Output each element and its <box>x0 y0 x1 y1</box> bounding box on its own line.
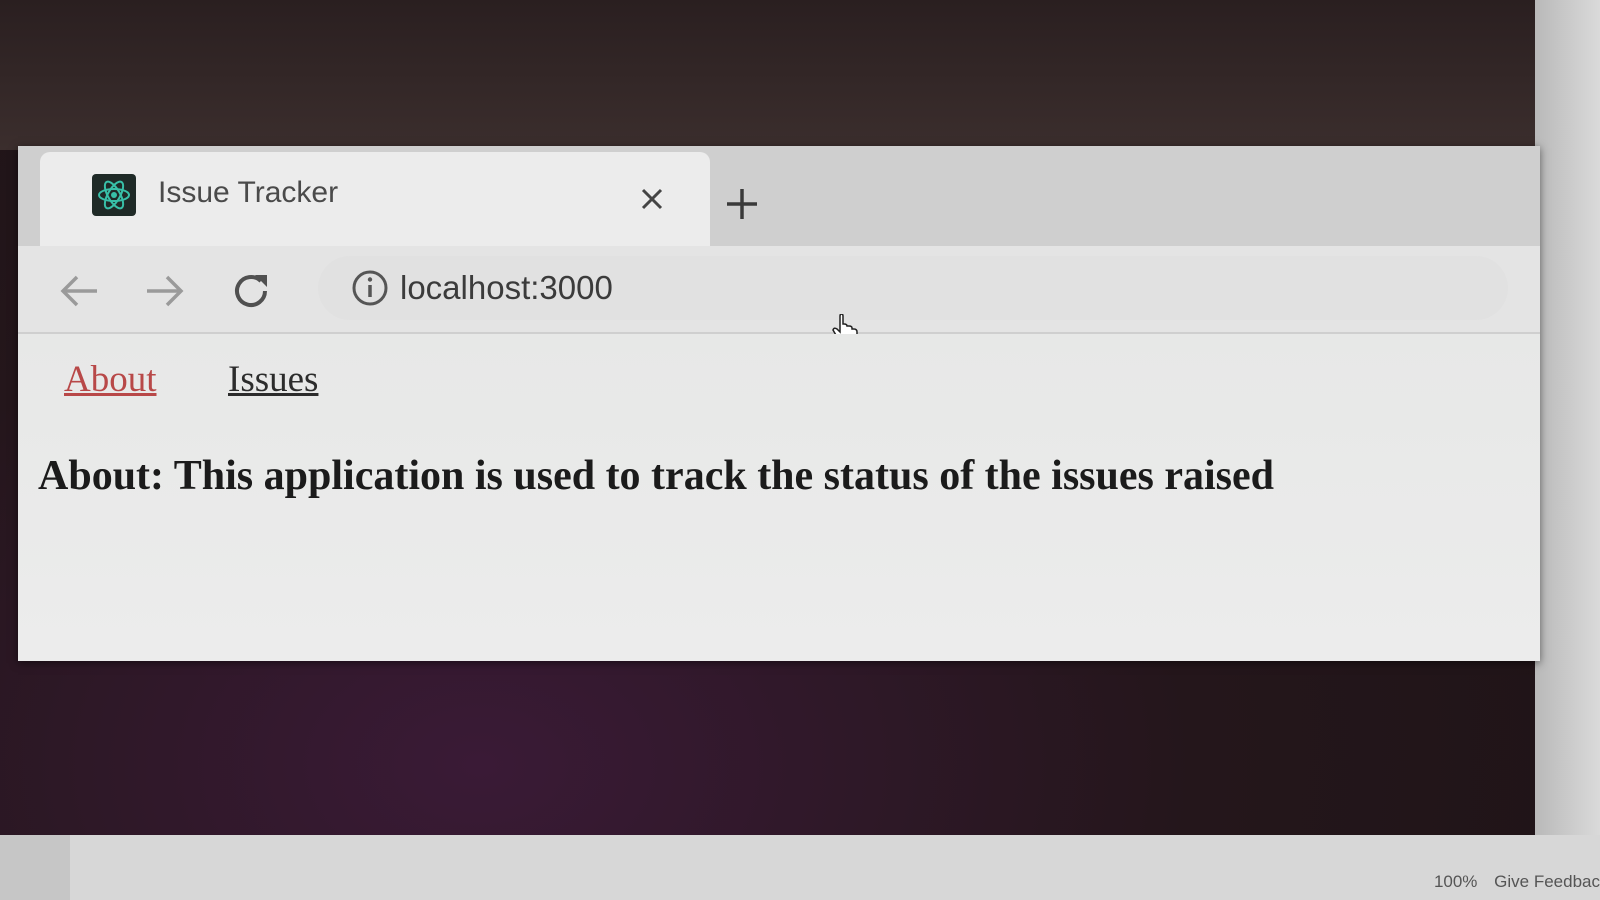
plus-icon[interactable] <box>720 182 764 226</box>
close-icon[interactable] <box>635 182 669 216</box>
background-right-edge <box>1535 0 1600 900</box>
nav-link-issues[interactable]: Issues <box>228 358 318 401</box>
tab-issue-tracker[interactable]: Issue Tracker <box>40 152 710 246</box>
give-feedback-link[interactable]: Give Feedbac <box>1494 872 1600 891</box>
arrow-left-icon[interactable] <box>54 266 104 316</box>
react-atom-icon <box>92 174 136 216</box>
nav-link-about[interactable]: About <box>64 358 157 401</box>
url-text[interactable]: localhost:3000 <box>400 269 613 307</box>
info-icon[interactable] <box>350 268 390 308</box>
browser-window: Issue Tracker localhost:3000 About Issue… <box>18 146 1540 661</box>
taskbar-left-segment <box>0 835 70 900</box>
tab-strip: Issue Tracker <box>18 146 1540 246</box>
reload-icon[interactable] <box>226 266 276 316</box>
about-heading: About: This application is used to track… <box>38 453 1275 499</box>
tab-title: Issue Tracker <box>158 176 339 209</box>
arrow-right-icon[interactable] <box>140 266 190 316</box>
zoom-level[interactable]: 100% <box>1434 872 1477 891</box>
address-bar[interactable]: localhost:3000 <box>318 256 1508 320</box>
browser-toolbar: localhost:3000 <box>18 246 1540 334</box>
page-content: About Issues About: This application is … <box>18 334 1540 661</box>
taskbar-strip: 100% Give Feedbac <box>0 835 1600 900</box>
background-top <box>0 0 1600 150</box>
status-bar: 100% Give Feedbac <box>1422 872 1600 892</box>
